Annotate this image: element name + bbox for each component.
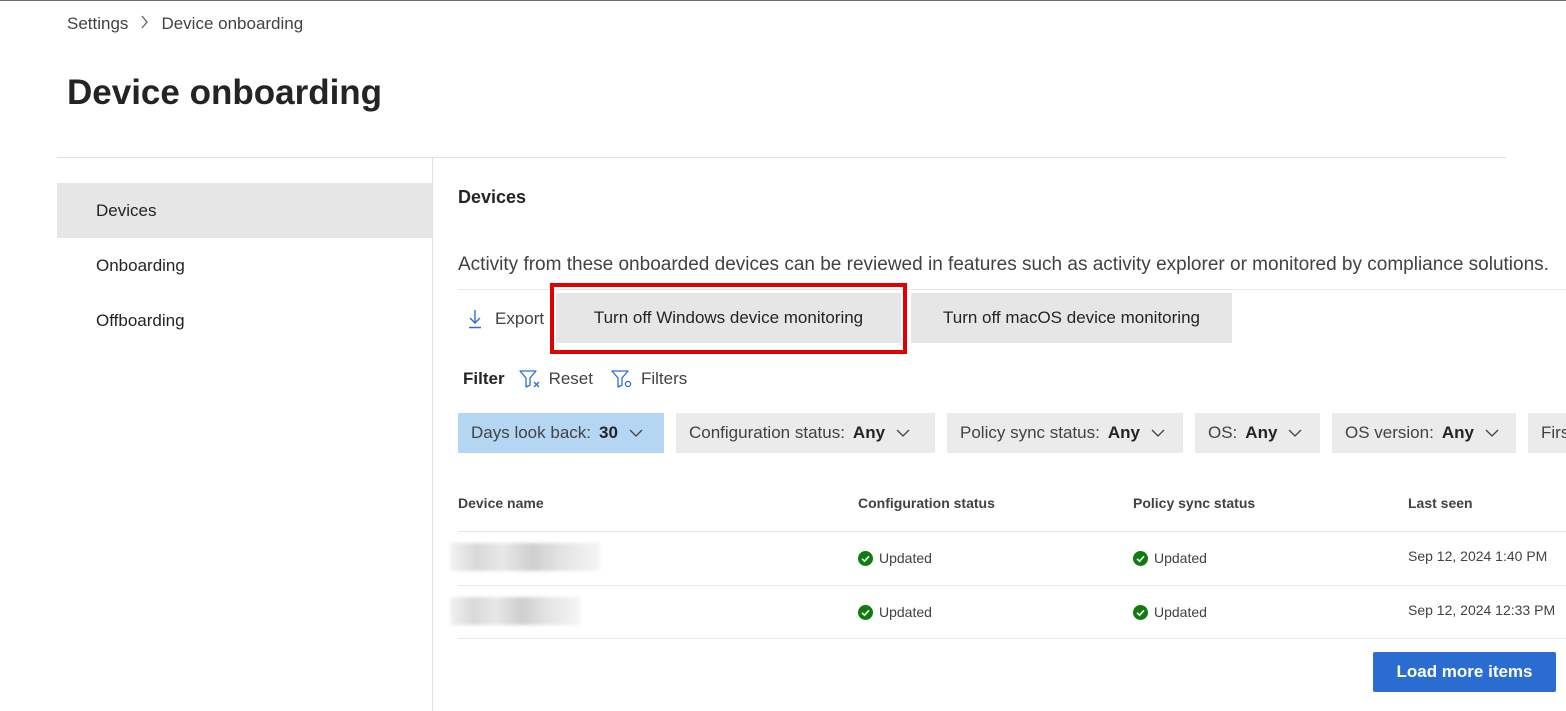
policy-status-cell: Updated bbox=[1133, 604, 1207, 620]
check-circle-icon bbox=[858, 604, 873, 620]
breadcrumb-device-onboarding: Device onboarding bbox=[161, 14, 304, 33]
chip-days-look-back[interactable]: Days look back: 30 bbox=[458, 413, 664, 453]
chip-label: First seen: bbox=[1541, 423, 1566, 442]
chip-configuration-status[interactable]: Configuration status: Any bbox=[676, 413, 935, 453]
reset-label: Reset bbox=[548, 369, 593, 388]
column-header-policy-sync-status[interactable]: Policy sync status bbox=[1133, 495, 1255, 511]
status-text: Updated bbox=[879, 604, 932, 620]
filter-bar: Filter Reset Filters bbox=[463, 366, 705, 392]
chip-first-seen[interactable]: First seen: bbox=[1528, 413, 1566, 453]
chevron-right-icon bbox=[140, 15, 149, 33]
filter-settings-icon bbox=[611, 370, 632, 388]
section-title: Devices bbox=[458, 187, 527, 207]
sidebar-nav: Devices Onboarding Offboarding bbox=[57, 183, 432, 348]
device-name-redacted[interactable] bbox=[450, 597, 580, 625]
load-more-button[interactable]: Load more items bbox=[1373, 652, 1556, 692]
export-button[interactable]: Export bbox=[467, 306, 544, 332]
column-header-device-name[interactable]: Device name bbox=[458, 495, 544, 511]
chevron-down-icon bbox=[1151, 429, 1165, 437]
chevron-down-icon bbox=[1288, 429, 1302, 437]
download-arrow-icon bbox=[469, 310, 481, 329]
device-onboarding-page: Settings Device onboarding Device onboar… bbox=[0, 0, 1566, 711]
chip-label: Policy sync status: bbox=[960, 423, 1100, 442]
breadcrumb-settings[interactable]: Settings bbox=[67, 14, 128, 34]
chip-os-version[interactable]: OS version: Any bbox=[1332, 413, 1516, 453]
chip-label: OS: bbox=[1208, 423, 1238, 442]
chevron-down-icon bbox=[896, 429, 910, 437]
sidebar-divider bbox=[432, 158, 433, 711]
config-status-cell: Updated bbox=[858, 550, 932, 566]
toolbar-divider bbox=[458, 289, 1566, 290]
page-title: Device onboarding bbox=[67, 73, 383, 112]
export-label: Export bbox=[495, 309, 545, 328]
chip-policy-sync-status[interactable]: Policy sync status: Any bbox=[947, 413, 1183, 453]
turn-off-macos-monitoring-button[interactable]: Turn off macOS device monitoring bbox=[911, 293, 1232, 343]
column-header-configuration-status[interactable]: Configuration status bbox=[858, 495, 995, 511]
filters-label: Filters bbox=[640, 369, 688, 388]
column-header-last-seen[interactable]: Last seen bbox=[1408, 495, 1473, 511]
chip-value: Any bbox=[1107, 423, 1140, 442]
last-seen-cell: Sep 12, 2024 12:33 PM bbox=[1408, 602, 1556, 618]
chip-value: Any bbox=[1441, 423, 1474, 442]
chip-label: Days look back: bbox=[471, 423, 591, 442]
breadcrumb: Settings Device onboarding bbox=[67, 14, 303, 34]
check-circle-icon bbox=[858, 550, 873, 566]
header-divider bbox=[57, 157, 1506, 158]
sidebar-item-offboarding[interactable]: Offboarding bbox=[57, 293, 432, 348]
filters-button[interactable]: Filters bbox=[611, 369, 687, 389]
turn-off-windows-monitoring-button[interactable]: Turn off Windows device monitoring bbox=[556, 293, 901, 343]
chip-os[interactable]: OS: Any bbox=[1195, 413, 1320, 453]
config-status-cell: Updated bbox=[858, 604, 932, 620]
last-seen-cell: Sep 12, 2024 1:40 PM bbox=[1408, 548, 1548, 564]
status-text: Updated bbox=[879, 550, 932, 566]
chip-label: Configuration status: bbox=[689, 423, 845, 442]
policy-status-cell: Updated bbox=[1133, 550, 1207, 566]
chip-value: Any bbox=[1245, 423, 1278, 442]
chevron-down-icon bbox=[1485, 429, 1499, 437]
chip-value: 30 bbox=[599, 423, 618, 442]
check-circle-icon bbox=[1133, 604, 1148, 620]
check-circle-icon bbox=[1133, 550, 1148, 566]
table-row-divider bbox=[458, 638, 1566, 639]
status-text: Updated bbox=[1154, 550, 1207, 566]
device-name-redacted[interactable] bbox=[450, 543, 600, 571]
table-row-divider bbox=[458, 585, 1566, 586]
chevron-down-icon bbox=[629, 429, 643, 437]
section-description: Activity from these onboarded devices ca… bbox=[458, 254, 1549, 275]
chip-value: Any bbox=[852, 423, 886, 442]
sidebar-item-onboarding[interactable]: Onboarding bbox=[57, 238, 432, 293]
reset-filter-button[interactable]: Reset bbox=[518, 369, 593, 389]
filter-label: Filter bbox=[463, 369, 505, 388]
chip-label: OS version: bbox=[1345, 423, 1434, 442]
sidebar-item-devices[interactable]: Devices bbox=[57, 183, 432, 238]
filter-clear-icon bbox=[518, 370, 540, 388]
status-text: Updated bbox=[1154, 604, 1207, 620]
table-header-divider bbox=[458, 531, 1566, 532]
